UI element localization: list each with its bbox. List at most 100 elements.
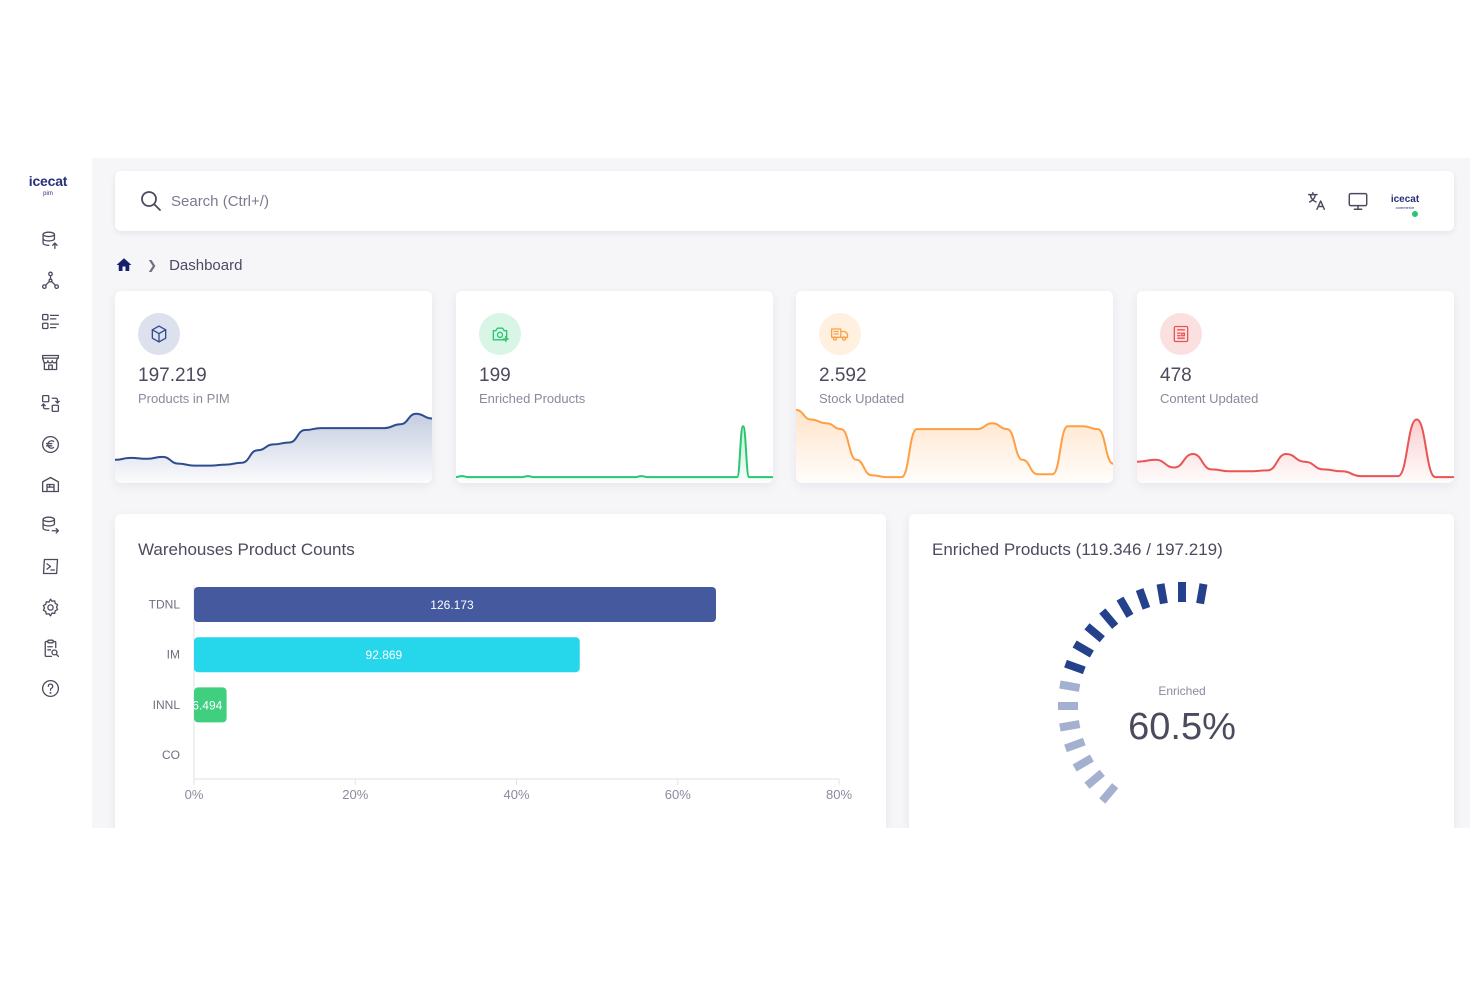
gauge-label: Enriched <box>1158 684 1205 698</box>
warehouses-bar-chart: TDNL 126.173 IM 92.869 INNL 6.494 CO 0% 20% 40% 60… <box>149 585 852 802</box>
nodes-icon <box>41 271 59 290</box>
sidebar-item-store[interactable] <box>38 350 62 374</box>
gauge-segment <box>1059 680 1081 692</box>
sidebar-item-database-export[interactable] <box>38 514 62 538</box>
gauge-segment <box>1135 588 1151 610</box>
stat-value: 197.219 <box>138 365 207 386</box>
search-input[interactable] <box>171 187 671 215</box>
cube-icon <box>151 325 167 343</box>
user-avatar[interactable]: icecat commerce <box>1385 190 1425 210</box>
category-label: IM <box>167 648 180 662</box>
category-label: TDNL <box>149 598 181 612</box>
user-sub: commerce <box>1395 205 1415 210</box>
euro-icon <box>41 435 59 453</box>
sidebar-item-warehouse[interactable] <box>38 473 62 497</box>
gauge-value: 60.5% <box>1128 706 1236 748</box>
stat-icon-badge <box>138 313 180 355</box>
gauge-segment <box>1072 640 1094 658</box>
x-tick-label: 20% <box>342 787 368 802</box>
category-label: INNL <box>153 698 181 712</box>
sparkline-chart <box>1137 418 1454 483</box>
sidebar-item-nodes[interactable] <box>38 269 62 293</box>
sparkline-area <box>456 426 773 483</box>
top-navbar: icecat commerce <box>115 171 1454 231</box>
swap-icon <box>40 394 60 412</box>
stat-icon-badge <box>479 313 521 355</box>
database-export-icon <box>41 516 59 534</box>
stat-card-stock-updated: 2.592 Stock Updated <box>796 291 1113 483</box>
warehouse-icon <box>41 477 59 493</box>
warehouses-panel: Warehouses Product Counts TDNL 126.173 IM 9… <box>115 514 886 828</box>
sidebar-item-clipboard-search[interactable] <box>38 636 62 660</box>
sparkline-chart <box>115 412 432 483</box>
sidebar-item-help[interactable] <box>38 677 62 701</box>
gear-icon <box>42 598 58 617</box>
online-status-dot <box>1411 210 1419 218</box>
enriched-panel: Enriched Products (119.346 / 197.219) En… <box>909 514 1454 828</box>
gauge-segment <box>1084 769 1105 789</box>
sidebar-item-list[interactable] <box>38 310 62 334</box>
newspaper-icon <box>1173 325 1189 343</box>
bar-data-label: 6.494 <box>192 698 222 712</box>
bar-data-label: 92.869 <box>366 648 403 662</box>
sparkline-chart <box>796 408 1113 483</box>
stat-icon-badge <box>819 313 861 355</box>
translate-button[interactable] <box>1304 188 1330 214</box>
sparkline-chart <box>456 425 773 483</box>
stat-value: 478 <box>1160 365 1192 386</box>
enriched-gauge: Enriched 60.5% <box>1058 582 1236 804</box>
stat-value: 2.592 <box>819 365 867 386</box>
sparkline-area <box>796 409 1113 483</box>
chevron-right-icon: ❯ <box>147 258 158 272</box>
gauge-segment <box>1116 596 1134 618</box>
clipboard-search-icon <box>44 639 59 657</box>
stat-card-products-in-pim: 197.219 Products in PIM <box>115 291 432 483</box>
stat-icon-badge <box>1160 313 1202 355</box>
gauge-segment <box>1099 783 1119 804</box>
gauge-segment <box>1059 720 1081 732</box>
sidebar-item-terminal[interactable] <box>38 554 62 578</box>
gauge-segment <box>1084 623 1105 643</box>
bar-data-label: 126.173 <box>430 598 474 612</box>
app-logo[interactable]: icecat pim <box>18 174 78 197</box>
terminal-icon <box>42 558 58 575</box>
search-icon[interactable] <box>139 189 163 213</box>
x-tick-label: 80% <box>826 787 852 802</box>
gauge-segment <box>1072 754 1094 772</box>
x-tick-label: 60% <box>665 787 691 802</box>
category-label: CO <box>162 748 180 762</box>
database-upload-icon <box>41 231 58 249</box>
monitor-button[interactable] <box>1345 188 1371 214</box>
stat-card-content-updated: 478 Content Updated <box>1137 291 1454 483</box>
logo-sub: pim <box>43 191 53 197</box>
camera-plus-icon <box>492 327 509 343</box>
help-icon <box>41 680 59 698</box>
home-icon[interactable] <box>115 256 133 274</box>
logo-brand: icecat <box>28 173 68 189</box>
breadcrumb: ❯ Dashboard <box>115 254 242 276</box>
gauge-segment <box>1196 583 1208 605</box>
store-icon <box>41 354 59 371</box>
sidebar: icecat pim <box>0 158 92 828</box>
monitor-icon <box>1348 192 1368 210</box>
list-icon <box>41 313 59 330</box>
sidebar-item-gear[interactable] <box>38 595 62 619</box>
truck-icon <box>831 328 849 341</box>
stat-card-enriched-products: 199 Enriched Products <box>456 291 773 483</box>
translate-icon <box>1308 192 1326 210</box>
gauge-segment <box>1064 659 1086 675</box>
sparkline-line <box>456 425 773 479</box>
gauge-segment <box>1099 608 1119 629</box>
user-brand: icecat <box>1390 194 1420 205</box>
app-shell: icecat pim icecat commerce <box>0 158 1470 828</box>
sidebar-item-euro[interactable] <box>38 432 62 456</box>
x-tick-label: 40% <box>503 787 529 802</box>
gauge-segment <box>1156 583 1168 605</box>
gauge-segment <box>1064 737 1086 753</box>
sidebar-item-database-upload[interactable] <box>38 228 62 252</box>
stat-value: 199 <box>479 365 511 386</box>
sidebar-item-swap[interactable] <box>38 391 62 415</box>
x-tick-label: 0% <box>185 787 204 802</box>
sparkline-area <box>115 413 432 483</box>
breadcrumb-current: Dashboard <box>169 256 243 274</box>
